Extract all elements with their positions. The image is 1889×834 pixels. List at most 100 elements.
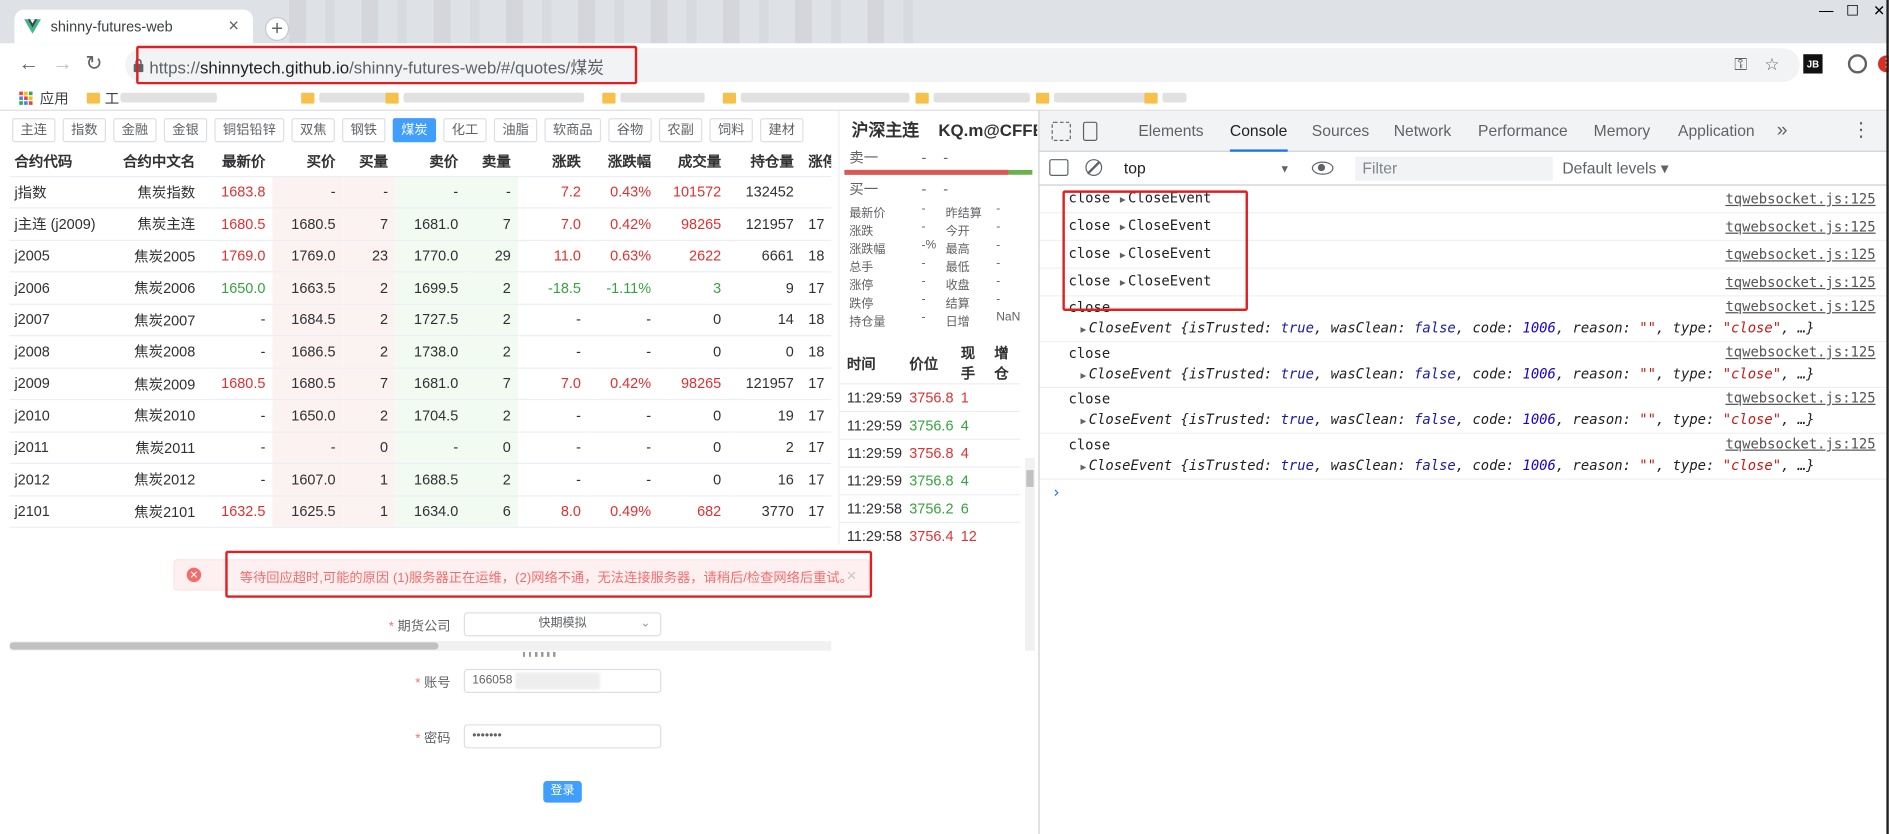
column-header[interactable]: 持仓量	[728, 147, 802, 177]
devtools-tab-application[interactable]: Application	[1678, 111, 1755, 152]
quote-row[interactable]: j2010 焦炭2010-1650.0 2 1704.5 2- -0 19 17	[9, 399, 832, 433]
scrollbar-thumb[interactable]	[1026, 470, 1034, 487]
category-tab[interactable]: 钢铁	[342, 118, 386, 143]
category-tab[interactable]: 建材	[760, 118, 804, 143]
bookmark-blurred[interactable]	[1035, 88, 1151, 107]
more-tabs-icon[interactable]: »	[1777, 111, 1788, 152]
category-tab[interactable]: 化工	[443, 118, 487, 143]
column-header[interactable]: 成交量	[658, 147, 729, 177]
column-header[interactable]: 涨跌幅	[588, 147, 659, 177]
expand-triangle-icon[interactable]: ▶	[1081, 462, 1087, 473]
clear-console-icon[interactable]	[1085, 159, 1103, 176]
devtools-tab-performance[interactable]: Performance	[1478, 111, 1568, 152]
category-tab[interactable]: 农副	[658, 118, 703, 143]
source-link[interactable]: tqwebsocket.js:125	[1725, 435, 1875, 452]
source-link[interactable]: tqwebsocket.js:125	[1725, 242, 1875, 267]
source-link[interactable]: tqwebsocket.js:125	[1725, 298, 1875, 315]
quote-row[interactable]: j2007 焦炭2007-1684.5 2 1727.5 2- -0 14 18	[9, 303, 832, 337]
devtools-tab-elements[interactable]: Elements	[1138, 111, 1203, 152]
category-tab[interactable]: 金银	[163, 118, 208, 143]
category-tab[interactable]: 主连	[12, 118, 56, 143]
console-log-line[interactable]: close ▶ CloseEvent {isTrusted: true, wasCl…	[1039, 434, 1889, 480]
devtools-tab-sources[interactable]: Sources	[1312, 111, 1369, 152]
column-header[interactable]: 涨跌	[518, 147, 589, 177]
quote-row[interactable]: j2101 焦炭2101 1632.5 1625.5 1 1634.0 6 8.0 0.49% 6…	[9, 495, 832, 528]
column-header[interactable]: 涨停	[801, 147, 832, 177]
bookmark-folder[interactable]: 工	[86, 88, 119, 107]
apps-shortcut[interactable]: 应用	[19, 88, 69, 107]
bookmark-blurred[interactable]	[722, 88, 910, 107]
bookmark-blurred[interactable]	[602, 88, 705, 107]
console-filter-input[interactable]: Filter	[1355, 156, 1553, 181]
category-tab[interactable]: 指数	[62, 118, 107, 143]
key-icon[interactable]: ⚿	[1730, 53, 1752, 75]
quote-row[interactable]: j2011 焦炭2011- -0-0- -0 2 17	[9, 431, 832, 464]
source-link[interactable]: tqwebsocket.js:125	[1725, 343, 1875, 360]
expand-triangle-icon[interactable]: ▶	[1081, 416, 1087, 427]
bookmark-blurred[interactable]	[385, 88, 585, 107]
maximize-icon[interactable]: ☐	[1843, 4, 1862, 21]
log-object[interactable]: ▶ CloseEvent {isTrusted: true, wasClean: …	[1068, 318, 1888, 340]
profile-avatar-icon[interactable]	[1847, 54, 1868, 74]
scrollbar-thumb[interactable]	[9, 642, 439, 650]
source-link[interactable]: tqwebsocket.js:125	[1725, 187, 1875, 212]
bookmark-star-icon[interactable]: ☆	[1761, 53, 1783, 75]
device-toolbar-icon[interactable]	[1082, 121, 1098, 142]
bookmark-blurred[interactable]	[915, 88, 1030, 107]
minimize-icon[interactable]: —	[1817, 4, 1836, 21]
category-tab[interactable]: 煤炭	[392, 118, 437, 143]
console-log-line[interactable]: close ▶ CloseEvent {isTrusted: true, wasCl…	[1039, 388, 1889, 434]
jetbrains-extension-icon[interactable]: JB	[1803, 54, 1823, 74]
bookmark-blurred[interactable]	[1144, 88, 1187, 107]
source-link[interactable]: tqwebsocket.js:125	[1725, 389, 1875, 406]
bookmark-blurred[interactable]	[301, 88, 392, 107]
tab-close-icon[interactable]: ×	[224, 16, 243, 36]
category-tab[interactable]: 谷物	[608, 118, 652, 143]
quote-row[interactable]: j主连 (j2009) 焦炭主连 1680.5 1680.5 7 1681.0 7 7.0 0.…	[9, 207, 832, 241]
column-header[interactable]: 合约中文名	[114, 147, 203, 177]
quote-row[interactable]: j2008 焦炭2008-1686.5 2 1738.0 2- -0 0 18	[9, 335, 832, 369]
bookmark-blurred[interactable]	[120, 88, 217, 107]
expand-triangle-icon[interactable]: ▶	[1081, 324, 1087, 335]
quote-row[interactable]: j2005 焦炭2005 1769.0 1769.0 23 1770.0 29 11.0 0.6…	[9, 239, 832, 273]
category-tab[interactable]: 油脂	[493, 118, 538, 143]
column-header[interactable]: 买量	[342, 147, 396, 177]
category-tab[interactable]: 铜铝铅锌	[214, 118, 285, 143]
password-input[interactable]: •••••••	[463, 724, 662, 749]
login-button[interactable]: 登录	[543, 780, 582, 803]
reload-icon[interactable]: ↻	[82, 52, 106, 76]
log-object[interactable]: ▶ CloseEvent {isTrusted: true, wasClean: …	[1068, 456, 1888, 478]
quote-row[interactable]: j2009 焦炭2009 1680.5 1680.5 7 1681.0 7 7.0 0.42% 9…	[9, 367, 832, 401]
category-tab[interactable]: 软商品	[544, 118, 602, 143]
devtools-tab-console[interactable]: Console	[1229, 111, 1288, 152]
devtools-tab-network[interactable]: Network	[1394, 111, 1451, 152]
new-tab-button[interactable]: +	[265, 16, 290, 41]
log-object[interactable]: ▶ CloseEvent {isTrusted: true, wasClean: …	[1068, 410, 1888, 432]
quote-row[interactable]: j2006 焦炭2006 1650.0 1663.5 2 1699.5 2 -18.5 -1.1…	[9, 271, 832, 305]
log-object[interactable]: ▶ CloseEvent {isTrusted: true, wasClean: …	[1068, 364, 1888, 386]
category-tab[interactable]: 金融	[113, 118, 157, 143]
panel-resize-handle[interactable]	[522, 652, 557, 657]
inspect-element-icon[interactable]	[1051, 121, 1071, 142]
expand-triangle-icon[interactable]: ▶	[1081, 370, 1087, 381]
column-header[interactable]: 卖量	[465, 147, 519, 177]
ticks-scrollbar[interactable]	[1025, 457, 1035, 651]
back-icon[interactable]: ←	[17, 52, 41, 76]
column-header[interactable]: 合约代码	[9, 147, 115, 177]
column-header[interactable]: 卖价	[395, 147, 466, 177]
browser-tab[interactable]: shinny-futures-web ×	[14, 9, 253, 44]
company-select[interactable]: 快期模拟 ⌄	[463, 612, 662, 637]
log-levels-dropdown[interactable]: Default levels ▾	[1562, 157, 1668, 181]
column-header[interactable]: 买价	[272, 147, 343, 177]
column-header[interactable]: 最新价	[202, 147, 273, 177]
quote-row[interactable]: j2012 焦炭2012-1607.0 1 1688.5 2- -0 16 17	[9, 463, 832, 496]
source-link[interactable]: tqwebsocket.js:125	[1725, 270, 1875, 295]
quote-row[interactable]: j指数 焦炭指数 1683.8- - - -7.2 0.43% 101572 132452	[9, 175, 832, 209]
category-tab[interactable]: 双焦	[291, 118, 335, 143]
console-log-line[interactable]: close ▶ CloseEvent {isTrusted: true, wasCl…	[1039, 342, 1889, 389]
context-selector[interactable]: top ▼	[1124, 157, 1293, 181]
source-link[interactable]: tqwebsocket.js:125	[1725, 215, 1875, 240]
live-expression-eye-icon[interactable]	[1311, 161, 1334, 175]
forward-icon[interactable]: →	[51, 52, 75, 76]
category-tab[interactable]: 饲料	[709, 118, 753, 143]
